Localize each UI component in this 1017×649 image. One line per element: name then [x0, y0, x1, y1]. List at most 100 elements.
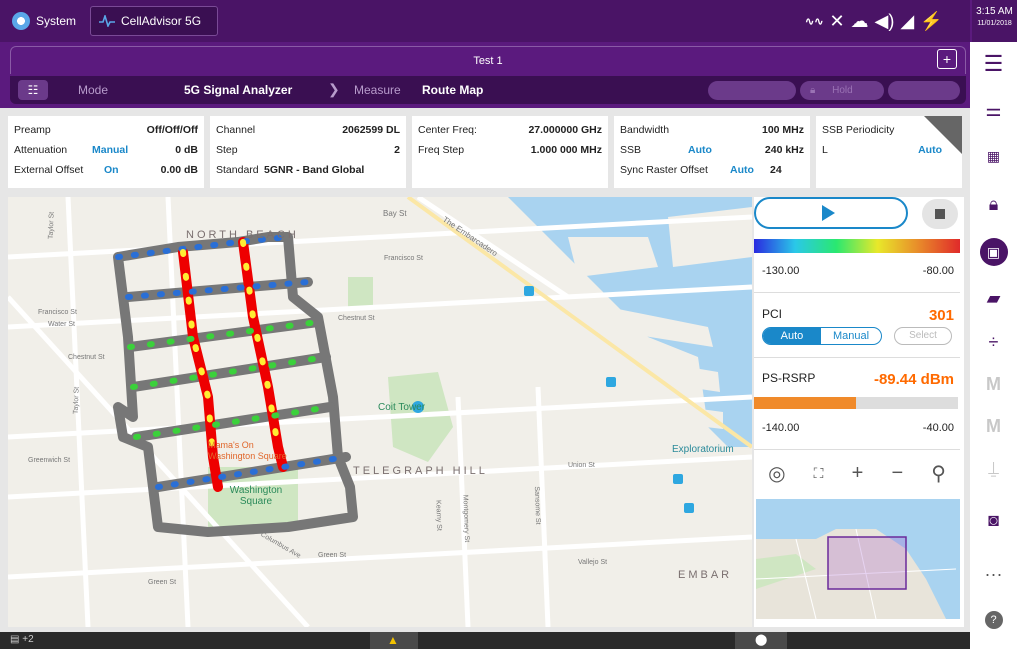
search-icon[interactable]: ⚲: [931, 461, 946, 486]
menu-icon[interactable]: ☰: [970, 44, 1017, 84]
channel-value: 2062599 DL: [342, 124, 400, 136]
pci-auto-option[interactable]: Auto: [763, 328, 821, 344]
minimap-viewport[interactable]: [827, 536, 907, 590]
pci-select-button[interactable]: Select: [894, 327, 952, 345]
more-icon[interactable]: ···: [970, 554, 1017, 594]
stop-button[interactable]: [922, 199, 958, 229]
status-icons: ∿∿ ✕ ☁ ◀) ◢ ⚡: [805, 8, 970, 34]
map-label-green-st: Green St: [318, 552, 347, 559]
clock-date: 11/01/2018: [977, 20, 1012, 27]
ssb-period-label: SSB Periodicity: [822, 124, 895, 136]
route-map-panel: -130.00 -80.00 PCI 301 Auto Manual Selec…: [754, 197, 964, 627]
grid-list-icon[interactable]: ▦: [970, 136, 1017, 176]
stop-icon: [935, 209, 945, 219]
tab-app-label: CellAdvisor 5G: [121, 14, 202, 28]
tab-celladvisor[interactable]: CellAdvisor 5G: [90, 6, 218, 36]
ssb-label: SSB: [620, 144, 642, 156]
bandwidth-label: Bandwidth: [620, 124, 670, 136]
locate-icon[interactable]: ◎: [768, 461, 785, 486]
play-button[interactable]: [754, 197, 908, 229]
rsrp-bar: [754, 397, 958, 409]
attenuation-label: Attenuation: [14, 144, 68, 156]
marker-table-icon[interactable]: M: [970, 406, 1017, 446]
zoom-out-button[interactable]: −: [891, 462, 903, 485]
map-label-kearny-st: Kearny St: [434, 500, 443, 531]
scale-min: -130.00: [762, 265, 800, 277]
location-button[interactable]: ⬤: [735, 632, 787, 649]
collapse-corner-icon[interactable]: [924, 116, 962, 154]
rsrp-bar-fill: [754, 397, 856, 409]
channel-label: Channel: [216, 124, 256, 136]
chevron-right-icon: ❯: [328, 81, 340, 97]
settings-sliders-icon[interactable]: ⚌: [970, 90, 1017, 130]
sync-raster-label: Sync Raster Offset: [620, 164, 708, 176]
warning-button[interactable]: ▲: [370, 632, 418, 649]
apps-grid-button[interactable]: ☷: [18, 80, 48, 100]
pci-mode-toggle[interactable]: Auto Manual: [762, 327, 882, 345]
mode-value[interactable]: 5G Signal Analyzer: [184, 83, 292, 97]
ssb-value: 240 kHz: [764, 144, 804, 156]
standard-label: Standard: [216, 164, 259, 176]
measure-value[interactable]: Route Map: [422, 83, 483, 97]
pci-manual-option[interactable]: Manual: [821, 328, 881, 344]
bottom-status-bar: ▤ +2 ▲ ⬤: [0, 632, 970, 649]
overview-minimap[interactable]: [756, 499, 960, 619]
save-icon[interactable]: ▣: [970, 232, 1017, 272]
clock-time: 3:15 AM: [976, 6, 1013, 17]
mode-bar: ☷ Mode 5G Signal Analyzer ❯ Measure Rout…: [10, 76, 966, 104]
ext-offset-value: 0.00 dB: [160, 164, 198, 176]
divider: [754, 292, 960, 293]
map-label-telegraph-hill: TELEGRAPH HILL: [353, 465, 488, 477]
map-label-taylor-st-south: Taylor St: [72, 386, 81, 415]
add-test-button[interactable]: +: [937, 49, 957, 69]
message-icon: ▤: [10, 634, 20, 645]
fit-screen-icon[interactable]: ⛶: [814, 465, 824, 482]
notifications-button[interactable]: ▤ +2: [10, 634, 34, 645]
main-content: Preamp Off/Off/Off Attenuation Manual 0 dB …: [0, 108, 970, 632]
marker-icon[interactable]: M: [970, 364, 1017, 404]
param-card-preamp[interactable]: Preamp Off/Off/Off Attenuation Manual 0 dB …: [8, 116, 204, 188]
param-card-bandwidth[interactable]: Bandwidth 100 MHz SSB Auto 240 kHz Sync Ras…: [614, 116, 810, 188]
param-card-frequency[interactable]: Center Freq: 27.000000 GHz Freq Step 1.000…: [412, 116, 608, 188]
hold-button[interactable]: 🔒︎ Hold: [800, 81, 884, 100]
blank-pill-1[interactable]: [708, 81, 796, 100]
rsrp-value: -89.44 dBm: [873, 371, 954, 388]
ext-offset-label: External Offset: [14, 164, 84, 176]
test-bar: Test 1 +: [10, 46, 966, 74]
ssb-mode: Auto: [688, 144, 712, 156]
screenshot-icon[interactable]: ◙: [970, 500, 1017, 540]
trace-icon[interactable]: ⍊: [970, 448, 1017, 488]
folder-icon[interactable]: ▰: [970, 278, 1017, 318]
pci-value: 301: [928, 307, 954, 324]
freq-step-label: Freq Step: [418, 144, 465, 156]
cloud-icon: ☁: [850, 10, 869, 31]
rsrp-min: -140.00: [762, 422, 800, 434]
map-label-washington-square: Washington Square: [229, 485, 283, 507]
tab-system[interactable]: System: [4, 6, 86, 36]
lock-icon[interactable]: 🔒︎: [970, 184, 1017, 224]
step-label: Step: [216, 144, 238, 156]
split-icon[interactable]: ÷: [970, 322, 1017, 362]
preamp-value: Off/Off/Off: [146, 124, 198, 136]
lock-icon: 🔒︎: [810, 85, 816, 96]
map-label-north-beach: NORTH BEACH: [186, 229, 299, 241]
rsrp-label: PS-RSRP: [762, 371, 816, 385]
param-card-channel[interactable]: Channel 2062599 DL Step 2 Standard 5GNR - B…: [210, 116, 406, 188]
notifications-badge: +2: [22, 634, 34, 645]
rsrp-max: -40.00: [922, 422, 954, 434]
param-card-ssb-periodicity[interactable]: SSB Periodicity L Auto: [816, 116, 962, 188]
ext-offset-mode: On: [104, 164, 119, 176]
map-label-francisco-st: Francisco St: [384, 255, 423, 262]
step-value: 2: [394, 144, 400, 156]
minimap-canvas: [756, 528, 957, 619]
zoom-in-button[interactable]: +: [852, 462, 864, 485]
scale-max: -80.00: [922, 265, 954, 277]
route-map[interactable]: NORTH BEACH Coit Tower TELEGRAPH HILL Wa…: [8, 197, 752, 627]
help-icon[interactable]: ?: [970, 600, 1017, 640]
map-label-exploratorium: Exploratorium: [672, 444, 734, 455]
center-freq-label: Center Freq:: [418, 124, 477, 136]
location-pin-icon: ⬤: [755, 634, 768, 646]
attenuation-mode: Manual: [92, 144, 129, 156]
blank-pill-2[interactable]: [888, 81, 960, 100]
tools-icon: ✕: [829, 10, 845, 31]
